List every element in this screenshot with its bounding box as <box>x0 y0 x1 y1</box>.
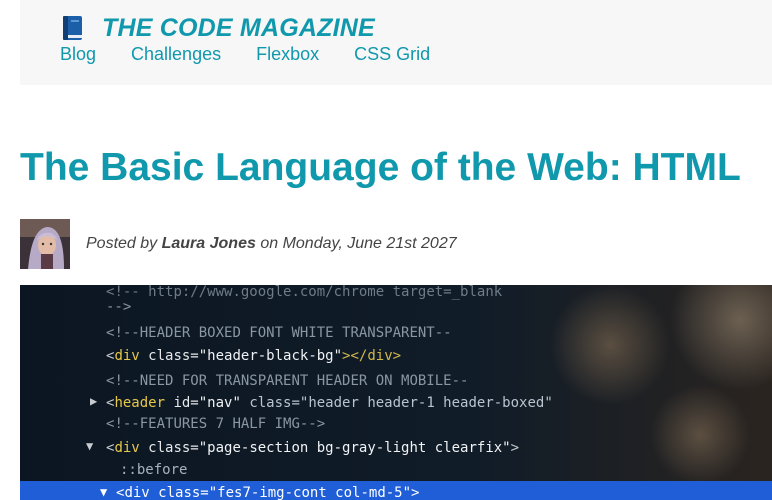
svg-text:<!--NEED FOR TRANSPARENT HEADE: <!--NEED FOR TRANSPARENT HEADER ON MOBIL… <box>106 373 468 389</box>
svg-text:<div class="page-section bg-gr: <div class="page-section bg-gray-light c… <box>106 440 519 456</box>
brand-title: THE CODE MAGAZINE <box>102 14 375 42</box>
code-line: ::before <box>120 462 187 478</box>
hero-code-svg: <!-- http://www.google.com/chrome target… <box>20 285 772 500</box>
nav-link-blog[interactable]: Blog <box>60 44 96 64</box>
post-date: Monday, June 21st 2027 <box>282 235 457 252</box>
code-line: <!--HEADER BOXED FONT WHITE TRANSPARENT-… <box>106 325 452 341</box>
code-line: <!--FEATURES 7 HALF IMG--> <box>106 416 325 432</box>
brand[interactable]: THE CODE MAGAZINE <box>60 13 375 43</box>
main-nav: Blog Challenges Flexbox CSS Grid <box>60 44 465 64</box>
author-avatar <box>20 219 70 269</box>
code-line: ▼ <div class="page-section bg-gray-light… <box>86 439 519 456</box>
nav-link-flexbox[interactable]: Flexbox <box>256 44 319 64</box>
byline-middle: on <box>260 235 279 252</box>
byline: Posted by Laura Jones on Monday, June 21… <box>86 235 457 253</box>
code-line: <!-- http://www.google.com/chrome target… <box>106 285 503 300</box>
collapse-triangle-icon: ▼ <box>100 485 108 499</box>
site-header: THE CODE MAGAZINE Blog Challenges Flexbo… <box>20 0 772 85</box>
code-line: <!--NEED FOR TRANSPARENT HEADER ON MOBIL… <box>106 373 468 389</box>
expand-triangle-icon: ▶ <box>90 394 98 408</box>
nav-link-challenges[interactable]: Challenges <box>131 44 221 64</box>
svg-text:<!--FEATURES 7 HALF IMG-->: <!--FEATURES 7 HALF IMG--> <box>106 416 325 432</box>
collapse-triangle-icon: ▼ <box>86 439 94 453</box>
svg-text:<!--HEADER BOXED FONT WHITE TR: <!--HEADER BOXED FONT WHITE TRANSPARENT-… <box>106 325 452 341</box>
code-line: ▼ <div class="fes7-img-cont col-md-5"> <box>100 485 419 500</box>
blue-book-icon <box>63 16 82 40</box>
code-line: <div class="header-black-bg"></div> <box>106 348 401 364</box>
nav-link-css-grid[interactable]: CSS Grid <box>354 44 430 64</box>
hero-code-image: <!-- http://www.google.com/chrome target… <box>20 285 772 500</box>
svg-text:::before: ::before <box>120 462 187 478</box>
byline-prefix: Posted by <box>86 235 158 252</box>
author-row: Posted by Laura Jones on Monday, June 21… <box>20 219 457 269</box>
code-line: ▶ <header id="nav" class="header header-… <box>90 394 553 411</box>
svg-text:<!-- http://www.google.com/chr: <!-- http://www.google.com/chrome target… <box>106 285 503 300</box>
author-name: Laura Jones <box>161 235 256 252</box>
code-line: --> <box>106 299 131 315</box>
svg-text:-->: --> <box>106 299 131 315</box>
svg-text:<div class="fes7-img-cont col-: <div class="fes7-img-cont col-md-5"> <box>116 485 419 500</box>
svg-text:<header id="nav" class="header: <header id="nav" class="header header-1 … <box>106 395 553 411</box>
svg-text:<div class="header-black-bg"><: <div class="header-black-bg"></div> <box>106 348 401 364</box>
article-title: The Basic Language of the Web: HTML <box>20 146 741 189</box>
